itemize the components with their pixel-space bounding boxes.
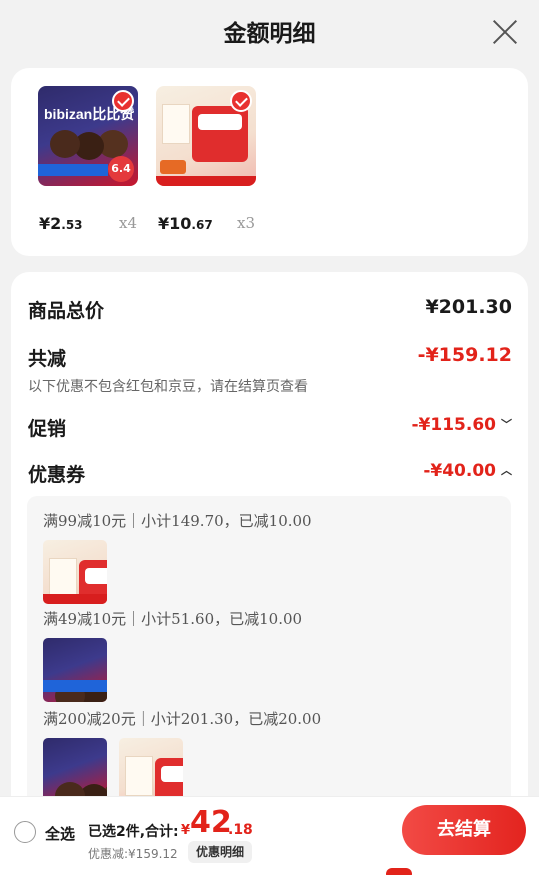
product-item[interactable]: bibizan比比赞 6.4 [38, 86, 138, 186]
checkout-button[interactable]: 去结算 [402, 805, 526, 855]
package-side [49, 558, 77, 598]
promo-value: -¥115.60 [411, 415, 497, 435]
product-price: ¥2.53 [39, 214, 83, 233]
product-quantity: x4 [119, 214, 138, 232]
cake-image [50, 130, 80, 158]
total-currency: ¥ [181, 823, 191, 838]
total-amount-decimal: .18 [228, 822, 253, 838]
total-amount-integer: 42 [190, 805, 232, 840]
price-tag: 6.4 [108, 156, 134, 182]
coupon-value: -¥40.00 [423, 461, 496, 481]
discount-summary: 优惠减:¥159.12 [88, 847, 178, 861]
product-strip [43, 594, 107, 604]
discount-note: 以下优惠不包含红包和京豆，请在结算页查看 [28, 379, 308, 395]
chevron-down-icon: ﹀ [501, 418, 512, 431]
reduce-label: 共减 [28, 348, 67, 370]
checkout-bar: 全选 已选2件,合计: ¥ 42 .18 优惠减:¥159.12 优惠明细 去结… [0, 796, 539, 875]
coupon-detail-panel: 满99减10元｜小计149.70，已减10.00 满49减10元｜小计51.60… [27, 496, 511, 826]
product-quantity: x3 [237, 214, 256, 232]
total-price-label: 商品总价 [28, 300, 105, 322]
coupon-line: 满99减10元｜小计149.70，已减10.00 [43, 512, 312, 530]
price-integer: ¥2 [39, 214, 62, 233]
promo-row[interactable]: -¥115.60 ﹀ [412, 415, 513, 435]
price-integer: ¥10 [158, 214, 192, 233]
product-price: ¥10.67 [158, 214, 213, 233]
product-strip [156, 176, 256, 186]
coupon-line: 满200减20元｜小计201.30，已减20.00 [43, 710, 322, 728]
product-thumbnail[interactable] [156, 86, 256, 186]
package-box [192, 106, 248, 162]
select-all-label[interactable]: 全选 [45, 823, 75, 844]
package-side [162, 104, 190, 144]
price-decimal: .53 [61, 218, 83, 232]
coupon-line: 满49减10元｜小计51.60，已减10.00 [43, 610, 303, 628]
sheet-header: 金额明细 [0, 0, 539, 64]
reduce-value: -¥159.12 [417, 344, 512, 366]
price-decimal: .67 [191, 218, 213, 232]
discount-detail-button[interactable]: 优惠明细 [188, 841, 253, 863]
coupon-row[interactable]: -¥40.00 ︿ [423, 461, 512, 481]
selected-products-card: bibizan比比赞 6.4 ¥2.53 x4 ¥10.67 x3 [11, 68, 528, 256]
amount-detail-card: 商品总价 ¥201.30 共减 -¥159.12 以下优惠不包含红包和京豆，请在… [11, 272, 528, 832]
package-side [125, 756, 153, 796]
cart-count-badge [386, 868, 412, 875]
selected-summary: 已选2件,合计: [88, 824, 179, 840]
page-title: 金额明细 [223, 21, 316, 47]
coupon-product-thumbnail [43, 738, 107, 802]
product-strip [38, 164, 108, 176]
total-price-value: ¥201.30 [425, 296, 512, 318]
product-thumbnail[interactable]: bibizan比比赞 6.4 [38, 86, 138, 186]
promo-label[interactable]: 促销 [28, 414, 66, 441]
close-icon[interactable] [491, 18, 519, 46]
coupon-label[interactable]: 优惠券 [28, 460, 85, 487]
check-icon [230, 90, 252, 112]
product-item[interactable] [156, 86, 256, 186]
chevron-up-icon: ︿ [501, 464, 512, 477]
check-icon [112, 90, 134, 112]
coupon-product-thumbnail [119, 738, 183, 802]
price-tag [160, 160, 186, 174]
coupon-product-thumbnail [43, 638, 107, 702]
coupon-product-thumbnail [43, 540, 107, 604]
select-all-radio-icon[interactable] [14, 821, 36, 843]
product-strip [43, 680, 107, 692]
